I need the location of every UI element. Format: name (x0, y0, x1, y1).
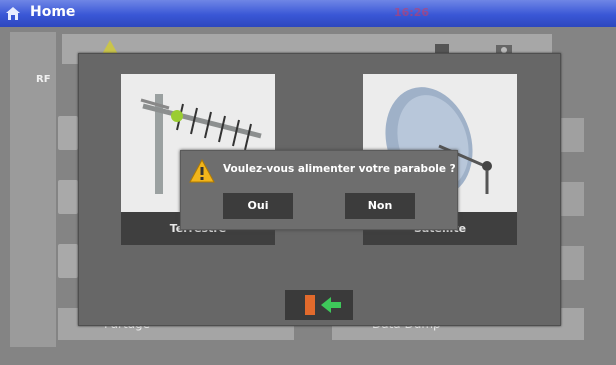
side-tile-red[interactable] (58, 180, 78, 214)
dialog-message: Voulez-vous alimenter votre parabole ? (223, 163, 456, 175)
title-bar: Home 16:26 (0, 0, 616, 27)
back-button[interactable] (285, 290, 353, 320)
rf-label: RF (36, 74, 51, 85)
clock: 16:26 (394, 6, 430, 19)
confirm-dialog: Voulez-vous alimenter votre parabole ? O… (180, 150, 458, 230)
back-arrow-icon (305, 295, 341, 315)
side-tile-wrench[interactable] (58, 116, 78, 150)
home-icon[interactable] (4, 5, 22, 21)
window-title: Home (30, 4, 76, 20)
left-strip: RF (10, 32, 56, 347)
side-tile-green[interactable] (58, 244, 78, 278)
warning-icon (189, 158, 215, 183)
no-button[interactable]: Non (345, 193, 415, 219)
yes-button[interactable]: Oui (223, 193, 293, 219)
